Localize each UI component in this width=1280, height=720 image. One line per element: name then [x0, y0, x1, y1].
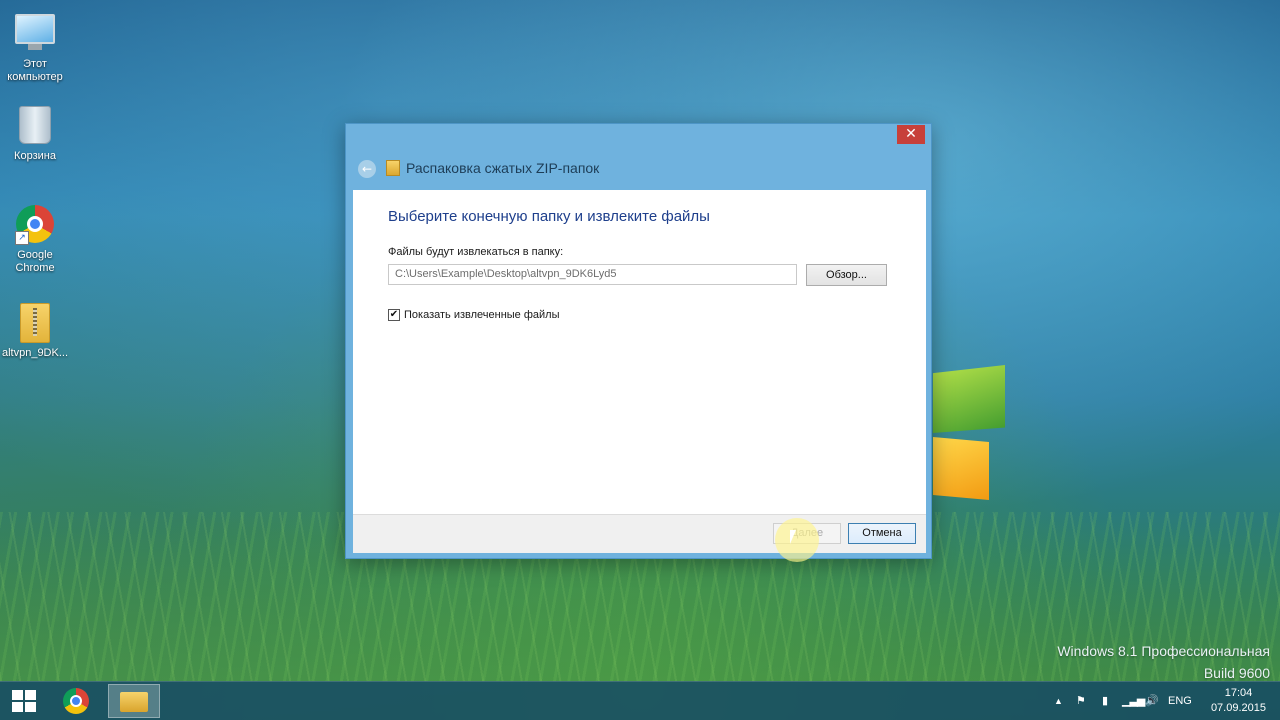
chrome-icon: ↗ — [15, 205, 55, 245]
show-extracted-files-label: Показать извлеченные файлы — [404, 309, 560, 321]
dialog-footer: Далее Отмена — [353, 514, 926, 553]
back-arrow-icon[interactable]: ← — [358, 160, 376, 178]
watermark-edition: Windows 8.1 Профессиональная — [1057, 643, 1270, 659]
system-tray: ▲ ⚑ ▮ ▁▃▅ 🔊 ENG 17:04 07.09.2015 — [1040, 682, 1280, 720]
clock-date: 07.09.2015 — [1210, 702, 1266, 714]
windows-version-watermark: Windows 8.1 Профессиональная Build 9600 — [1057, 640, 1270, 684]
taskbar-chrome-button[interactable] — [50, 684, 102, 718]
desktop-icon-label: Google — [17, 249, 53, 261]
network-signal-icon[interactable]: ▁▃▅ — [1122, 694, 1145, 708]
desktop-icon-label: Этот — [23, 58, 47, 70]
show-extracted-files-checkbox[interactable]: ✔ — [388, 309, 400, 321]
browse-button[interactable]: Обзор... — [806, 264, 887, 286]
desktop-icon-this-pc[interactable]: Этот компьютер — [0, 10, 70, 84]
destination-path-input[interactable]: C:\Users\Example\Desktop\altvpn_9DK6Lyd5 — [388, 264, 797, 285]
volume-icon[interactable]: 🔊 — [1145, 694, 1159, 708]
start-button[interactable] — [12, 690, 36, 712]
dialog-content: Выберите конечную папку и извлеките файл… — [353, 190, 926, 514]
desktop-icon-label: Корзина — [14, 150, 56, 162]
destination-label: Файлы будут извлекаться в папку: — [388, 246, 564, 258]
taskbar-clock[interactable]: 17:04 07.09.2015 — [1211, 686, 1266, 716]
show-hidden-icons-button[interactable]: ▲ — [1054, 694, 1063, 708]
close-button[interactable]: ✕ — [897, 125, 925, 144]
desktop-icon-zip-folder[interactable]: altvpn_9DK... — [0, 302, 70, 360]
file-explorer-icon — [120, 692, 148, 712]
extract-zip-dialog: ✕ ← Распаковка сжатых ZIP-папок Выберите… — [345, 123, 932, 559]
zip-folder-icon — [15, 303, 55, 343]
desktop-icon-label: Chrome — [15, 262, 55, 274]
mouse-cursor-icon — [790, 530, 802, 544]
cancel-button[interactable]: Отмена — [848, 523, 916, 544]
recycle-bin-icon — [15, 106, 55, 146]
taskbar-explorer-button[interactable] — [108, 684, 160, 718]
shortcut-arrow-icon: ↗ — [15, 231, 29, 245]
dialog-title: Распаковка сжатых ZIP-папок — [406, 160, 600, 176]
desktop-icon-label: altvpn_9DK... — [1, 347, 69, 359]
zip-folder-title-icon — [386, 160, 400, 176]
desktop-icon-google-chrome[interactable]: ↗ Google Chrome — [0, 204, 70, 275]
desktop-icon-recycle-bin[interactable]: Корзина — [0, 104, 70, 163]
action-center-flag-icon[interactable]: ⚑ — [1076, 694, 1086, 708]
windows-logo-wallpaper — [933, 365, 1005, 500]
desktop-icon-label: компьютер — [7, 71, 63, 83]
input-language-indicator[interactable]: ENG — [1168, 694, 1192, 708]
battery-icon[interactable]: ▮ — [1102, 694, 1108, 708]
taskbar: ▲ ⚑ ▮ ▁▃▅ 🔊 ENG 17:04 07.09.2015 — [0, 681, 1280, 720]
dialog-heading: Выберите конечную папку и извлеките файл… — [388, 208, 710, 225]
chrome-icon — [63, 688, 89, 714]
this-pc-icon — [15, 14, 55, 54]
clock-time: 17:04 — [1224, 687, 1253, 699]
